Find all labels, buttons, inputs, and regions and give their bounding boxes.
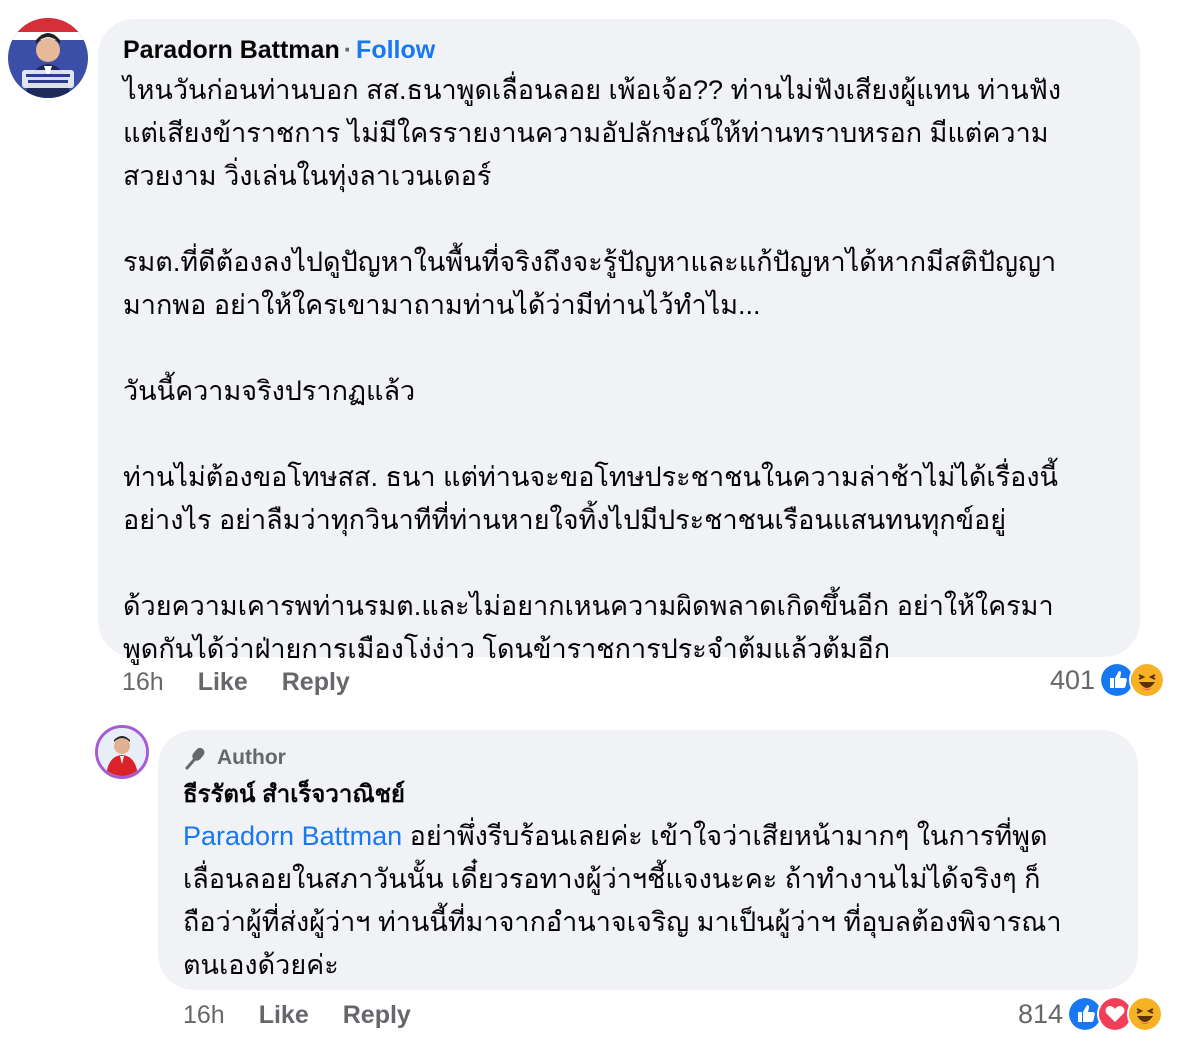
reply-bubble: Author ธีรรัตน์ สำเร็จวาณิชย์ Paradorn B…	[158, 730, 1138, 990]
comment-paragraph: รมต.ที่ดีต้องลงไปดูปัญหาในพื้นที่จริงถึง…	[123, 241, 1133, 327]
author-badge: Author	[183, 745, 286, 771]
comment-line: สวยงาม วิ่งเล่นในทุ่งลาเวนเดอร์	[123, 161, 492, 191]
reply-line: Paradorn Battman อย่าพึ่งรีบร้อนเลยค่ะ เ…	[183, 815, 1133, 858]
reply-button[interactable]: Reply	[282, 668, 350, 697]
microphone-icon	[185, 747, 205, 770]
comment-line: อย่างไร อย่าลืมว่าทุกวินาทีที่ท่านหายใจท…	[123, 505, 1007, 535]
haha-icon	[1127, 996, 1164, 1032]
reply-timestamp[interactable]: 16h	[183, 1001, 225, 1030]
comment-paragraph: ท่านไม่ต้องขอโทษสส. ธนา แต่ท่านจะขอโทษปร…	[123, 456, 1133, 542]
comment-header: Paradorn Battman · Follow	[123, 35, 435, 65]
author-badge-label: Author	[217, 746, 286, 769]
comment-avatar[interactable]	[8, 18, 88, 98]
reaction-count: 814	[1018, 998, 1064, 1029]
reply-line: ตนเองด้วยค่ะ	[183, 950, 339, 980]
mention-link[interactable]: Paradorn Battman	[183, 821, 402, 851]
reply-line: ถือว่าผู้ที่ส่งผู้ว่าฯ ท่านนี้ที่มาจากอำ…	[183, 907, 1062, 937]
like-button[interactable]: Like	[259, 1001, 309, 1030]
comment-paragraph: วันนี้ความจริงปรากฏแล้ว	[123, 370, 1133, 413]
reaction-count: 401	[1050, 664, 1096, 695]
profile-picture-icon	[8, 18, 88, 98]
comment-line: ไหนวันก่อนท่านบอก สส.ธนาพูดเลื่อนลอย เพ้…	[123, 75, 1062, 105]
comment-line: รมต.ที่ดีต้องลงไปดูปัญหาในพื้นที่จริงถึง…	[123, 247, 1057, 277]
profile-picture-icon	[98, 728, 146, 776]
comment-actions: 16h Like Reply	[122, 668, 350, 697]
like-button[interactable]: Like	[198, 668, 248, 697]
comment-line: พูดกันได้ว่าฝ่ายการเมืองโง่ง่าว โดนข้ารา…	[123, 634, 891, 664]
comment-line: ท่านไม่ต้องขอโทษสส. ธนา แต่ท่านจะขอโทษปร…	[123, 462, 1059, 492]
reply-button[interactable]: Reply	[343, 1001, 411, 1030]
comment-author-name[interactable]: Paradorn Battman	[123, 36, 340, 64]
comment-paragraph: ด้วยความเคารพท่านรมต.และไม่อยากเหนความผิ…	[123, 585, 1133, 671]
haha-icon	[1129, 662, 1166, 698]
reaction-summary[interactable]: 401	[1050, 662, 1166, 698]
comment-line: ด้วยความเคารพท่านรมต.และไม่อยากเหนความผิ…	[123, 591, 1054, 621]
comment-line: แต่เสียงข้าราชการ ไม่มีใครรายงานความอัปล…	[123, 118, 1049, 148]
follow-button[interactable]: Follow	[356, 36, 435, 64]
separator-dot: ·	[343, 36, 353, 64]
comment-line: วันนี้ความจริงปรากฏแล้ว	[123, 376, 416, 406]
reply-line-text: อย่าพึ่งรีบร้อนเลยค่ะ เข้าใจว่าเสียหน้าม…	[402, 821, 1048, 851]
comment-body: ไหนวันก่อนท่านบอก สส.ธนาพูดเลื่อนลอย เพ้…	[123, 69, 1133, 671]
reply-body: Paradorn Battman อย่าพึ่งรีบร้อนเลยค่ะ เ…	[183, 815, 1133, 987]
reaction-summary[interactable]: 814	[1018, 996, 1164, 1032]
reply-avatar[interactable]	[95, 725, 149, 779]
comment-timestamp[interactable]: 16h	[122, 668, 164, 697]
reply-author-name[interactable]: ธีรรัตน์ สำเร็จวาณิชย์	[183, 780, 405, 810]
comment-bubble: Paradorn Battman · Follow ไหนวันก่อนท่านบอ…	[98, 19, 1140, 664]
comment-paragraph: ไหนวันก่อนท่านบอก สส.ธนาพูดเลื่อนลอย เพ้…	[123, 69, 1133, 198]
reply-actions: 16h Like Reply	[183, 1001, 411, 1030]
reply-line: เลื่อนลอยในสภาวันนั้น เดี๋ยวรอทางผู้ว่าฯ…	[183, 864, 1041, 894]
comment-line: มากพอ อย่าให้ใครเขามาถามท่านได้ว่ามีท่าน…	[123, 290, 761, 320]
